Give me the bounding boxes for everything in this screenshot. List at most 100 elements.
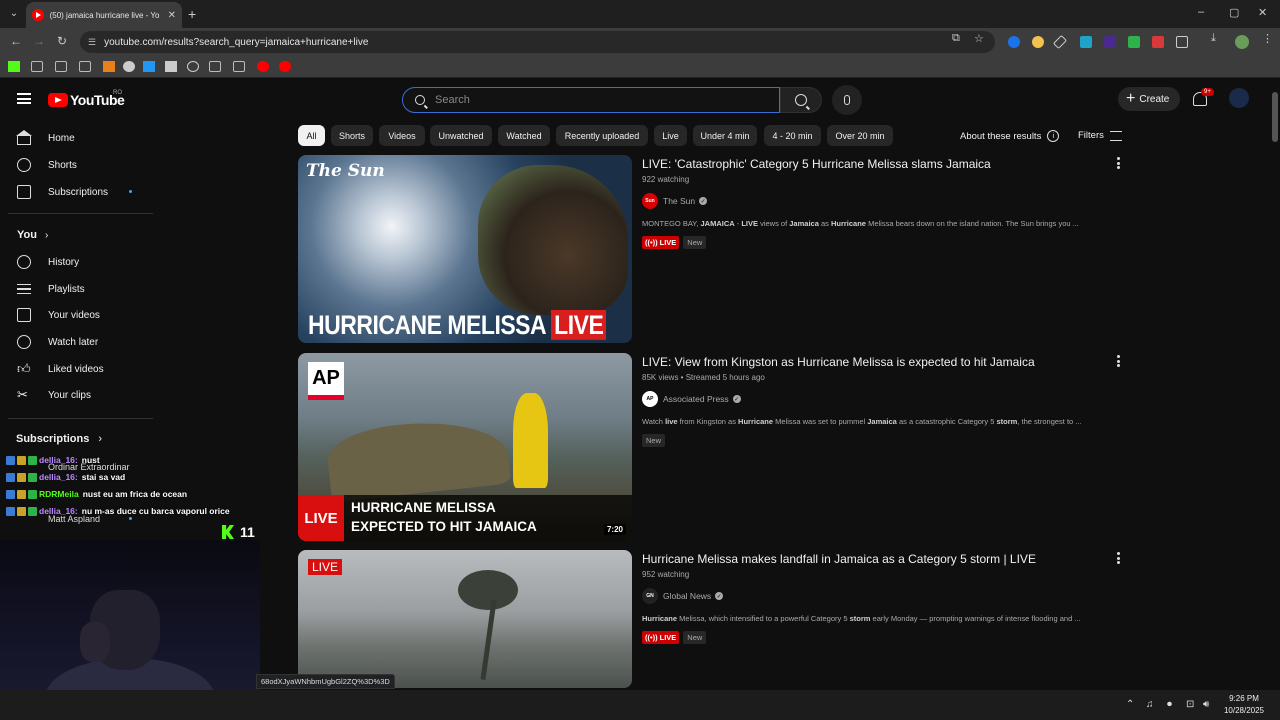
chat-badge-icon [6, 506, 15, 516]
chip-under-4-min[interactable]: Under 4 min [693, 125, 757, 146]
maximize-button[interactable]: ▢ [1229, 6, 1239, 19]
browser-tab[interactable]: (50) jamaica hurricane live - Yo ✕ [26, 2, 182, 28]
tab-close-icon[interactable]: ✕ [168, 10, 176, 21]
close-window-button[interactable]: ✕ [1258, 6, 1267, 19]
sidebar-item-label: Shorts [48, 159, 77, 171]
new-tab-icon[interactable]: + [188, 6, 196, 22]
new-badge: New [683, 236, 707, 249]
video-thumbnail[interactable]: The Sun HURRICANE MELISSA LIVE [298, 155, 632, 343]
bookmark-folder-icon[interactable] [233, 61, 245, 72]
page-scrollbar[interactable] [1270, 78, 1280, 688]
microphone-tray-icon[interactable]: ⏺ [1167, 699, 1172, 710]
chip-videos[interactable]: Videos [379, 125, 425, 146]
minimize-button[interactable]: – [1198, 6, 1204, 18]
chat-badge-icon [17, 455, 26, 465]
search-result: AP LIVE HURRICANE MELISSA EXPECTED TO HI… [298, 353, 1138, 543]
plus-icon: + [1126, 90, 1136, 107]
address-bar[interactable]: ☰ youtube.com/results?search_query=jamai… [80, 31, 995, 53]
more-options-icon[interactable] [1116, 552, 1120, 564]
sidebar-item-playlists[interactable]: Playlists [0, 276, 150, 302]
scrollbar-thumb[interactable] [1272, 92, 1278, 142]
profile-avatar[interactable] [1235, 35, 1249, 49]
adblock-icon[interactable] [1152, 36, 1164, 48]
video-title[interactable]: LIVE: 'Catastrophic' Category 5 Hurrican… [642, 157, 991, 171]
bookmark-folder-icon[interactable] [209, 61, 221, 72]
video-title[interactable]: LIVE: View from Kingston as Hurricane Me… [642, 355, 1035, 369]
chip-recently-uploaded[interactable]: Recently uploaded [556, 125, 648, 146]
bookmark-site-icon[interactable] [165, 61, 177, 72]
bookmark-folder-icon[interactable] [31, 61, 43, 72]
chat-username: dellia_16: [39, 455, 78, 465]
account-avatar[interactable] [1229, 88, 1249, 108]
bookmark-kick-icon[interactable] [8, 61, 20, 72]
more-options-icon[interactable] [1116, 355, 1120, 367]
site-info-icon[interactable]: ☰ [88, 37, 96, 48]
bookmark-folder-icon[interactable] [55, 61, 67, 72]
volume-icon[interactable]: 🔊︎ [1203, 699, 1209, 710]
sidebar-item-subscriptions[interactable]: Subscriptions [0, 179, 150, 205]
more-options-icon[interactable] [1116, 157, 1120, 169]
channel-link[interactable]: GN Global News ✓ [642, 588, 724, 604]
thumb-live-tag: LIVE [308, 559, 343, 575]
bookmark-youtube-icon[interactable] [279, 61, 291, 72]
extension-pen-icon[interactable] [1052, 34, 1068, 50]
search-button[interactable] [780, 87, 822, 113]
menu-icon[interactable] [17, 93, 31, 104]
bookmark-folder-icon[interactable] [79, 61, 91, 72]
forward-arrow-icon[interactable]: → [33, 34, 45, 48]
live-broadcast-icon: ((•)) [645, 633, 658, 642]
sidebar-item-your-videos[interactable]: Your videos [0, 302, 150, 328]
back-arrow-icon[interactable]: ← [10, 34, 22, 48]
tray-overflow-icon[interactable]: ⌃ [1126, 699, 1134, 710]
bookmark-site-icon[interactable] [123, 61, 135, 72]
sidebar-item-history[interactable]: History [0, 249, 150, 275]
voice-search-button[interactable] [832, 85, 862, 115]
sidebar-item-watch-later[interactable]: Watch later [0, 329, 150, 355]
sidebar-item-your-clips[interactable]: ✂ Your clips [0, 382, 150, 408]
live-broadcast-icon: ((•)) [645, 238, 658, 247]
bookmark-globe-icon[interactable] [187, 61, 199, 72]
scissors-icon: ✂ [17, 387, 28, 402]
channel-link[interactable]: AP Associated Press ✓ [642, 391, 741, 407]
video-title[interactable]: Hurricane Melissa makes landfall in Jama… [642, 552, 1036, 566]
taskbar-clock[interactable]: 9:26 PM 10/28/2025 [1222, 693, 1266, 717]
chip-live[interactable]: Live [654, 125, 687, 146]
about-results-button[interactable]: About these results i [960, 130, 1060, 142]
chip-unwatched[interactable]: Unwatched [430, 125, 492, 146]
extension-4-icon[interactable] [1104, 36, 1116, 48]
downloads-icon[interactable]: ⤓ [1211, 32, 1216, 45]
search-input[interactable]: Search [402, 87, 780, 113]
chat-badge-icon [28, 489, 37, 499]
chip-4-20-min[interactable]: 4 - 20 min [764, 125, 821, 146]
filters-button[interactable]: Filters [1078, 130, 1122, 141]
video-thumbnail[interactable]: LIVE [298, 550, 632, 688]
bookmark-youtube-icon[interactable] [257, 61, 269, 72]
browser-menu-icon[interactable]: ⋮ [1262, 32, 1273, 45]
sidebar-item-home[interactable]: Home [0, 125, 150, 151]
chip-over-20-min[interactable]: Over 20 min [827, 125, 893, 146]
bookmark-star-icon[interactable]: ☆ [974, 32, 984, 45]
badges: ((•)) LIVE New [642, 631, 707, 644]
headset-icon[interactable]: ♫ [1146, 699, 1154, 710]
chip-watched[interactable]: Watched [498, 125, 550, 146]
live-badge: ((•)) LIVE [642, 631, 680, 644]
sidebar-item-liked-videos[interactable]: 👍︎ Liked videos [0, 356, 150, 382]
extension-5-icon[interactable] [1128, 36, 1140, 48]
sidebar-item-shorts[interactable]: Shorts [0, 152, 150, 178]
extensions-puzzle-icon[interactable] [1176, 36, 1188, 48]
reload-icon[interactable]: ↻ [57, 34, 67, 48]
extension-3-icon[interactable] [1080, 36, 1092, 48]
network-icon[interactable]: ⊡ [1186, 699, 1194, 710]
bookmark-site-icon[interactable] [143, 61, 155, 72]
tab-search-icon[interactable]: ⌄ [6, 5, 22, 21]
chip-shorts[interactable]: Shorts [331, 125, 373, 146]
bookmark-site-icon[interactable] [103, 61, 115, 72]
create-button[interactable]: + Create [1118, 87, 1180, 111]
install-app-icon[interactable]: ⧉ [952, 32, 960, 45]
extension-2-icon[interactable] [1032, 36, 1044, 48]
channel-link[interactable]: Sun The Sun ✓ [642, 193, 708, 209]
sidebar-item-you[interactable]: You › [0, 222, 150, 248]
extension-1-icon[interactable] [1008, 36, 1020, 48]
chip-all[interactable]: All [298, 125, 325, 146]
video-thumbnail[interactable]: AP LIVE HURRICANE MELISSA EXPECTED TO HI… [298, 353, 632, 541]
